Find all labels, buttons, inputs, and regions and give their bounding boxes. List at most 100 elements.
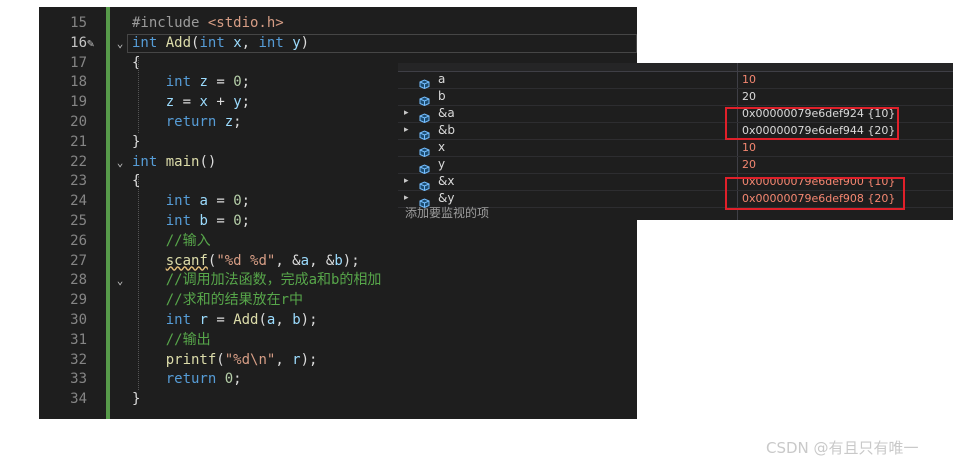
- variable-cube-icon: [419, 125, 430, 141]
- code-line[interactable]: {: [132, 172, 140, 192]
- code-token: +: [207, 94, 234, 111]
- line-number: 20: [70, 114, 87, 130]
- code-line[interactable]: int r = Add(a, b);: [132, 311, 318, 331]
- code-line[interactable]: {: [132, 54, 140, 74]
- line-number: 28: [70, 272, 87, 289]
- code-token: x: [233, 34, 242, 51]
- code-token: 0: [233, 213, 242, 229]
- code-line[interactable]: int Add(int x, int y): [132, 34, 309, 54]
- indent-guide: [138, 57, 139, 133]
- code-token: ,: [241, 34, 259, 51]
- code-token: 0: [233, 193, 242, 210]
- code-token: "%d %d": [216, 252, 276, 269]
- fold-toggle-icon[interactable]: ⌄: [115, 271, 125, 291]
- code-token: ): [300, 34, 310, 51]
- code-token: 0: [224, 371, 234, 388]
- code-token: }: [132, 391, 141, 408]
- code-token: {: [132, 173, 141, 190]
- code-line[interactable]: return z;: [132, 113, 242, 133]
- code-token: a: [300, 252, 310, 269]
- code-line[interactable]: scanf("%d %d", &a, &b);: [132, 252, 360, 272]
- watch-row[interactable]: b 20: [398, 88, 953, 107]
- code-token: int: [165, 74, 192, 91]
- watermark: CSDN @有且只有唯一: [766, 439, 919, 457]
- line-number-gutter: 15 16 17 18 19 20 21 22 23 24 25 26 27 28 29 30 31 32 33 34: [39, 7, 111, 419]
- code-token: ;: [241, 94, 251, 111]
- watch-row[interactable]: y 20: [398, 156, 953, 175]
- code-line[interactable]: return 0;: [132, 370, 242, 390]
- watch-name: &x: [438, 174, 455, 188]
- code-line[interactable]: z = x + y;: [132, 93, 250, 113]
- code-token: #include: [132, 15, 208, 31]
- indent-guide: [138, 176, 139, 391]
- code-line[interactable]: #include <stdio.h>: [132, 14, 284, 34]
- code-token: =: [174, 94, 200, 111]
- code-line[interactable]: }: [132, 390, 140, 410]
- code-token: ;: [241, 213, 251, 229]
- watch-name: b: [438, 89, 446, 103]
- code-token: ;: [241, 193, 251, 210]
- edit-pencil-icon[interactable]: ✎: [87, 34, 94, 54]
- fold-toggle-icon[interactable]: ⌄: [115, 34, 125, 54]
- expand-arrow-icon[interactable]: ▸: [404, 173, 409, 190]
- code-token: int: [132, 153, 158, 170]
- code-token: ,: [275, 312, 293, 328]
- code-token: int: [165, 213, 192, 229]
- line-number: 25: [70, 213, 87, 229]
- variable-cube-icon: [419, 74, 430, 90]
- watch-value: 10: [742, 73, 756, 86]
- line-number: 32: [70, 351, 87, 368]
- fold-toggle-icon[interactable]: ⌄: [115, 153, 125, 173]
- line-number: 19: [70, 94, 87, 111]
- code-token: Add: [233, 312, 259, 328]
- code-line[interactable]: int a = 0;: [132, 192, 250, 212]
- expand-arrow-icon[interactable]: ▸: [404, 122, 409, 139]
- code-token: //求和的结果放在r中: [165, 292, 304, 309]
- code-token: return: [165, 114, 217, 130]
- line-number: 15: [70, 15, 87, 31]
- code-line[interactable]: //求和的结果放在r中: [132, 291, 303, 311]
- code-line[interactable]: int z = 0;: [132, 73, 250, 93]
- code-token: return: [165, 371, 217, 388]
- code-line[interactable]: int b = 0;: [132, 212, 250, 232]
- line-number: 33: [70, 371, 87, 388]
- code-token: =: [207, 74, 234, 91]
- code-token: //调用加法函数，完成a和b的相加: [165, 272, 382, 289]
- watch-window[interactable]: a 10 b 20 ▸ &a 0x00000079e6def924 {10} ▸ &b 0x000…: [398, 63, 953, 220]
- code-token: ;: [233, 371, 242, 388]
- code-token: );: [300, 312, 318, 328]
- code-token: 0: [233, 74, 242, 91]
- code-token: r: [292, 351, 301, 368]
- add-watch-item[interactable]: 添加要监视的项: [405, 206, 489, 220]
- code-line[interactable]: //输出: [132, 331, 211, 351]
- code-token: y: [292, 34, 301, 51]
- code-token: b: [334, 252, 343, 269]
- code-token: printf: [165, 351, 217, 368]
- line-number: 22: [70, 153, 87, 170]
- code-token: , &: [275, 252, 301, 269]
- watch-row[interactable]: a 10: [398, 71, 953, 90]
- code-token: );: [300, 351, 318, 368]
- watch-name: a: [438, 72, 446, 86]
- code-line[interactable]: printf("%d\n", r);: [132, 351, 318, 371]
- code-line[interactable]: }: [132, 133, 140, 153]
- code-line[interactable]: //输入: [132, 232, 211, 252]
- watch-name: x: [438, 140, 446, 154]
- code-token: {: [132, 54, 141, 71]
- expand-arrow-icon[interactable]: ▸: [404, 190, 409, 207]
- code-token: , &: [309, 252, 335, 269]
- code-line[interactable]: int main(): [132, 153, 216, 173]
- code-line[interactable]: //调用加法函数，完成a和b的相加: [132, 271, 382, 291]
- code-token: ;: [241, 74, 251, 91]
- code-token: int: [258, 34, 284, 51]
- highlight-box-xy: [725, 177, 905, 210]
- line-number: 24: [70, 193, 87, 210]
- expand-arrow-icon[interactable]: ▸: [404, 105, 409, 122]
- watch-row[interactable]: x 10: [398, 139, 953, 158]
- watch-value: 10: [742, 141, 756, 154]
